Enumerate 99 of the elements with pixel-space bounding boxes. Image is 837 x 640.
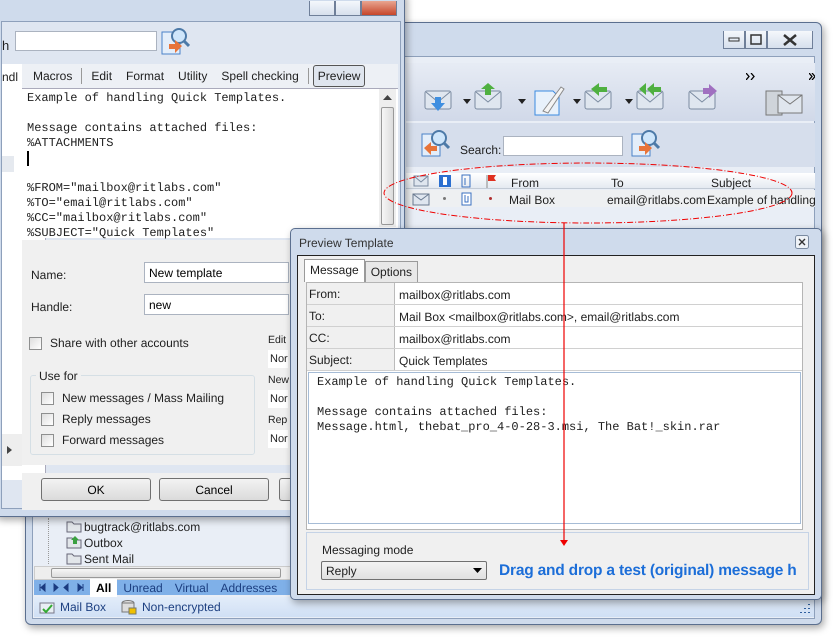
dot-icon xyxy=(489,197,492,200)
search-field[interactable] xyxy=(15,31,157,51)
folder-icon[interactable] xyxy=(66,535,82,549)
checkbox[interactable] xyxy=(41,412,54,426)
text-field[interactable]: new xyxy=(144,294,289,315)
template-editor[interactable]: Example of handling Quick Templates. Message contains attached files: %ATTACHMENTS %FROM="mailbox@ritlabs.com" %TO="email@ritlabs.com" %CC="mailbox@ritlabs.com" %SUBJECT="Quick Templates" xyxy=(22,88,398,238)
field-label: From: xyxy=(307,283,395,304)
dropdown[interactable]: Nor xyxy=(268,390,288,408)
field-value: mailbox@ritlabs.com xyxy=(398,287,512,304)
scrollbar-thumb[interactable] xyxy=(51,568,281,578)
minimize-button[interactable] xyxy=(723,31,745,49)
dialog-title: Preview Template xyxy=(299,235,394,252)
folder-item[interactable]: Outbox xyxy=(84,534,123,552)
template-text: %FROM="mailbox@ritlabs.com" %TO="email@ritlabs.com" %CC="mailbox@ritlabs.com" %SUBJECT="Quick Templates" xyxy=(27,181,222,241)
checkbox-label: Share with other accounts xyxy=(50,335,189,352)
minimize-icon xyxy=(728,37,740,42)
caret-icon[interactable] xyxy=(573,99,581,104)
chevron-icon[interactable] xyxy=(746,73,755,80)
folder-item[interactable]: Sent Mail xyxy=(84,550,134,568)
hint-text: Drag and drop a test (original) message h xyxy=(499,561,797,581)
horizontal-scrollbar[interactable] xyxy=(34,566,292,580)
text-field[interactable]: New template xyxy=(144,262,289,283)
close-button[interactable] xyxy=(767,31,813,49)
field-label: CC: xyxy=(307,327,395,348)
menu-item[interactable]: Macros xyxy=(28,65,78,87)
dialog-button[interactable]: OK xyxy=(41,478,151,501)
checkbox[interactable] xyxy=(41,392,54,404)
folder-tab[interactable]: All xyxy=(90,578,118,596)
scroll-left-icon[interactable] xyxy=(7,446,12,454)
checkbox-label: New messages / Mass Mailing xyxy=(62,390,224,407)
search-icon[interactable] xyxy=(420,128,450,158)
paperclip-icon xyxy=(461,174,471,188)
caret-icon xyxy=(473,568,482,573)
column-header[interactable]: From xyxy=(511,174,539,192)
checkbox[interactable] xyxy=(29,336,42,350)
folder-tab[interactable]: Virtual xyxy=(168,578,214,596)
maximize-icon xyxy=(750,34,762,45)
menu-item[interactable]: Spell checking xyxy=(216,65,304,87)
menu-item[interactable]: Format xyxy=(121,65,170,87)
chevron-icon[interactable] xyxy=(809,73,815,80)
caret-icon[interactable] xyxy=(463,99,471,104)
search-label: Search: xyxy=(460,142,502,159)
status-text: Mail Box xyxy=(60,599,106,616)
search-field[interactable] xyxy=(503,136,623,156)
maximize-button[interactable] xyxy=(745,31,767,49)
caret-icon[interactable] xyxy=(518,99,526,104)
flag-icon xyxy=(485,174,497,188)
menu-item[interactable]: Edit xyxy=(86,65,118,87)
resize-grip-icon[interactable] xyxy=(800,603,810,613)
tab[interactable]: Message xyxy=(304,259,365,282)
field-label: Subject: xyxy=(307,349,395,370)
paperclip-icon xyxy=(461,191,472,206)
column-header[interactable]: To xyxy=(611,174,624,192)
field-label: Handle: xyxy=(31,299,72,316)
caret-icon[interactable] xyxy=(625,99,633,104)
template-text: Example of handling Quick Templates. Message contains attached files: %ATTACHMENTS xyxy=(27,91,286,151)
vertical-scrollbar[interactable] xyxy=(379,89,396,227)
envelope-icon xyxy=(413,175,429,187)
dialog-button[interactable]: Cancel xyxy=(159,478,269,501)
table-cell-text: email@ritlabs.com xyxy=(607,192,706,209)
folder-item[interactable]: bugtrack@ritlabs.com xyxy=(84,518,200,536)
menu-item[interactable]: Preview xyxy=(312,65,366,87)
menu-item[interactable]: Utility xyxy=(173,65,212,87)
field-label: Messaging mode xyxy=(322,542,414,559)
scroll-up-icon[interactable] xyxy=(383,95,392,100)
checkbox-label: Reply messages xyxy=(62,411,151,428)
field-value: mailbox@ritlabs.com xyxy=(398,331,512,348)
search-icon[interactable] xyxy=(630,128,660,158)
dropdown[interactable]: Nor xyxy=(268,350,288,368)
column-header[interactable]: Subject xyxy=(711,174,752,192)
folder-icon[interactable] xyxy=(66,519,82,533)
folder-tab[interactable]: Unread xyxy=(117,578,169,596)
dropdown[interactable]: Nor xyxy=(268,430,288,448)
envelope-icon xyxy=(412,191,430,206)
search-icon[interactable] xyxy=(160,26,190,56)
field-label: New xyxy=(268,373,290,388)
text-cursor xyxy=(27,151,29,166)
dot-icon xyxy=(443,197,446,200)
search-label: h xyxy=(2,37,10,55)
dropdown[interactable]: Reply xyxy=(321,561,487,580)
checkbox[interactable] xyxy=(41,434,54,446)
checkbox-label: Forward messages xyxy=(62,432,164,449)
table-cell-text: Example of handling xyxy=(707,192,816,209)
field-label: Edit xyxy=(268,333,286,348)
message-row[interactable]: Mail Box email@ritlabs.com Example of handling xyxy=(406,190,815,207)
folder-tab[interactable]: Addresses xyxy=(214,578,284,596)
table-cell-text: Mail Box xyxy=(509,192,556,209)
priority-icon xyxy=(438,174,452,188)
side-tab[interactable]: ndl xyxy=(2,68,18,86)
field-value: Quick Templates xyxy=(398,353,488,370)
tab[interactable]: Options xyxy=(364,261,418,282)
scrollbar-thumb[interactable] xyxy=(381,107,394,225)
field-label: Name: xyxy=(31,267,66,284)
status-text: Non-encrypted xyxy=(142,599,221,616)
lock-icon xyxy=(120,599,138,615)
close-icon xyxy=(783,34,797,46)
close-icon[interactable] xyxy=(795,235,809,249)
field-label: Rep xyxy=(268,413,288,428)
field-label: To: xyxy=(307,305,395,326)
